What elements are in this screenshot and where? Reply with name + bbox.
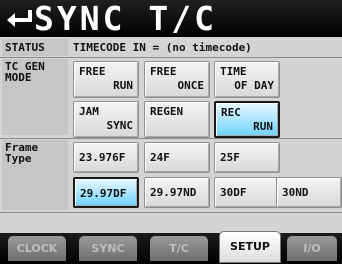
tab-tc[interactable]: T/C bbox=[150, 236, 208, 261]
frame-25f-button[interactable]: 25F bbox=[214, 142, 280, 173]
button-line2: ONCE bbox=[177, 79, 205, 92]
button-label: 25F bbox=[220, 151, 240, 164]
frame-30df-button[interactable]: 30DF bbox=[214, 177, 280, 208]
tab-io[interactable]: I/O bbox=[287, 236, 337, 261]
time-of-day-button[interactable]: TIME OF DAY bbox=[214, 61, 280, 98]
regen-button[interactable]: REGEN bbox=[144, 101, 210, 138]
button-line2: RUN bbox=[113, 79, 133, 92]
return-arrow-icon[interactable] bbox=[4, 6, 34, 32]
button-line1: FREE bbox=[150, 65, 177, 78]
button-line1: TIME bbox=[220, 65, 247, 78]
jam-sync-button[interactable]: JAM SYNC bbox=[73, 101, 139, 138]
button-label: 23.976F bbox=[79, 151, 126, 164]
tc-gen-mode-label: TC GEN MODE bbox=[2, 59, 68, 135]
button-line2: OF DAY bbox=[234, 79, 274, 92]
rec-run-button[interactable]: REC RUN bbox=[214, 101, 280, 138]
tab-sync[interactable]: SYNC bbox=[79, 236, 137, 261]
divider bbox=[0, 57, 342, 58]
frame-24f-button[interactable]: 24F bbox=[144, 142, 210, 173]
button-label: 29.97ND bbox=[150, 186, 197, 199]
frame-2997nd-button[interactable]: 29.97ND bbox=[144, 177, 210, 208]
button-label: 30DF bbox=[220, 186, 247, 199]
button-line1: JAM bbox=[79, 105, 99, 118]
button-label: 29.97DF bbox=[80, 187, 127, 200]
frame-2997df-button[interactable]: 29.97DF bbox=[73, 177, 139, 208]
title-bar: SYNC T/C bbox=[0, 0, 342, 37]
status-label: STATUS bbox=[2, 39, 68, 56]
frame-type-label: Frame Type bbox=[2, 140, 68, 210]
free-run-button[interactable]: FREE RUN bbox=[73, 61, 139, 98]
divider bbox=[0, 138, 342, 139]
frame-23976f-button[interactable]: 23.976F bbox=[73, 142, 139, 173]
button-label: 30ND bbox=[282, 186, 309, 199]
tab-clock[interactable]: CLOCK bbox=[8, 236, 66, 261]
button-line2: RUN bbox=[253, 120, 273, 133]
button-label: 24F bbox=[150, 151, 170, 164]
button-line2: SYNC bbox=[106, 119, 134, 132]
button-line1: REGEN bbox=[150, 105, 184, 118]
button-line1: FREE bbox=[79, 65, 106, 78]
screen-title: SYNC T/C bbox=[34, 0, 217, 38]
free-once-button[interactable]: FREE ONCE bbox=[144, 61, 210, 98]
status-value: TIMECODE IN = (no timecode) bbox=[73, 41, 252, 54]
frame-30nd-button[interactable]: 30ND bbox=[276, 177, 342, 208]
divider bbox=[0, 212, 342, 213]
tab-setup[interactable]: SETUP bbox=[219, 231, 281, 263]
button-line1: REC bbox=[221, 106, 241, 119]
